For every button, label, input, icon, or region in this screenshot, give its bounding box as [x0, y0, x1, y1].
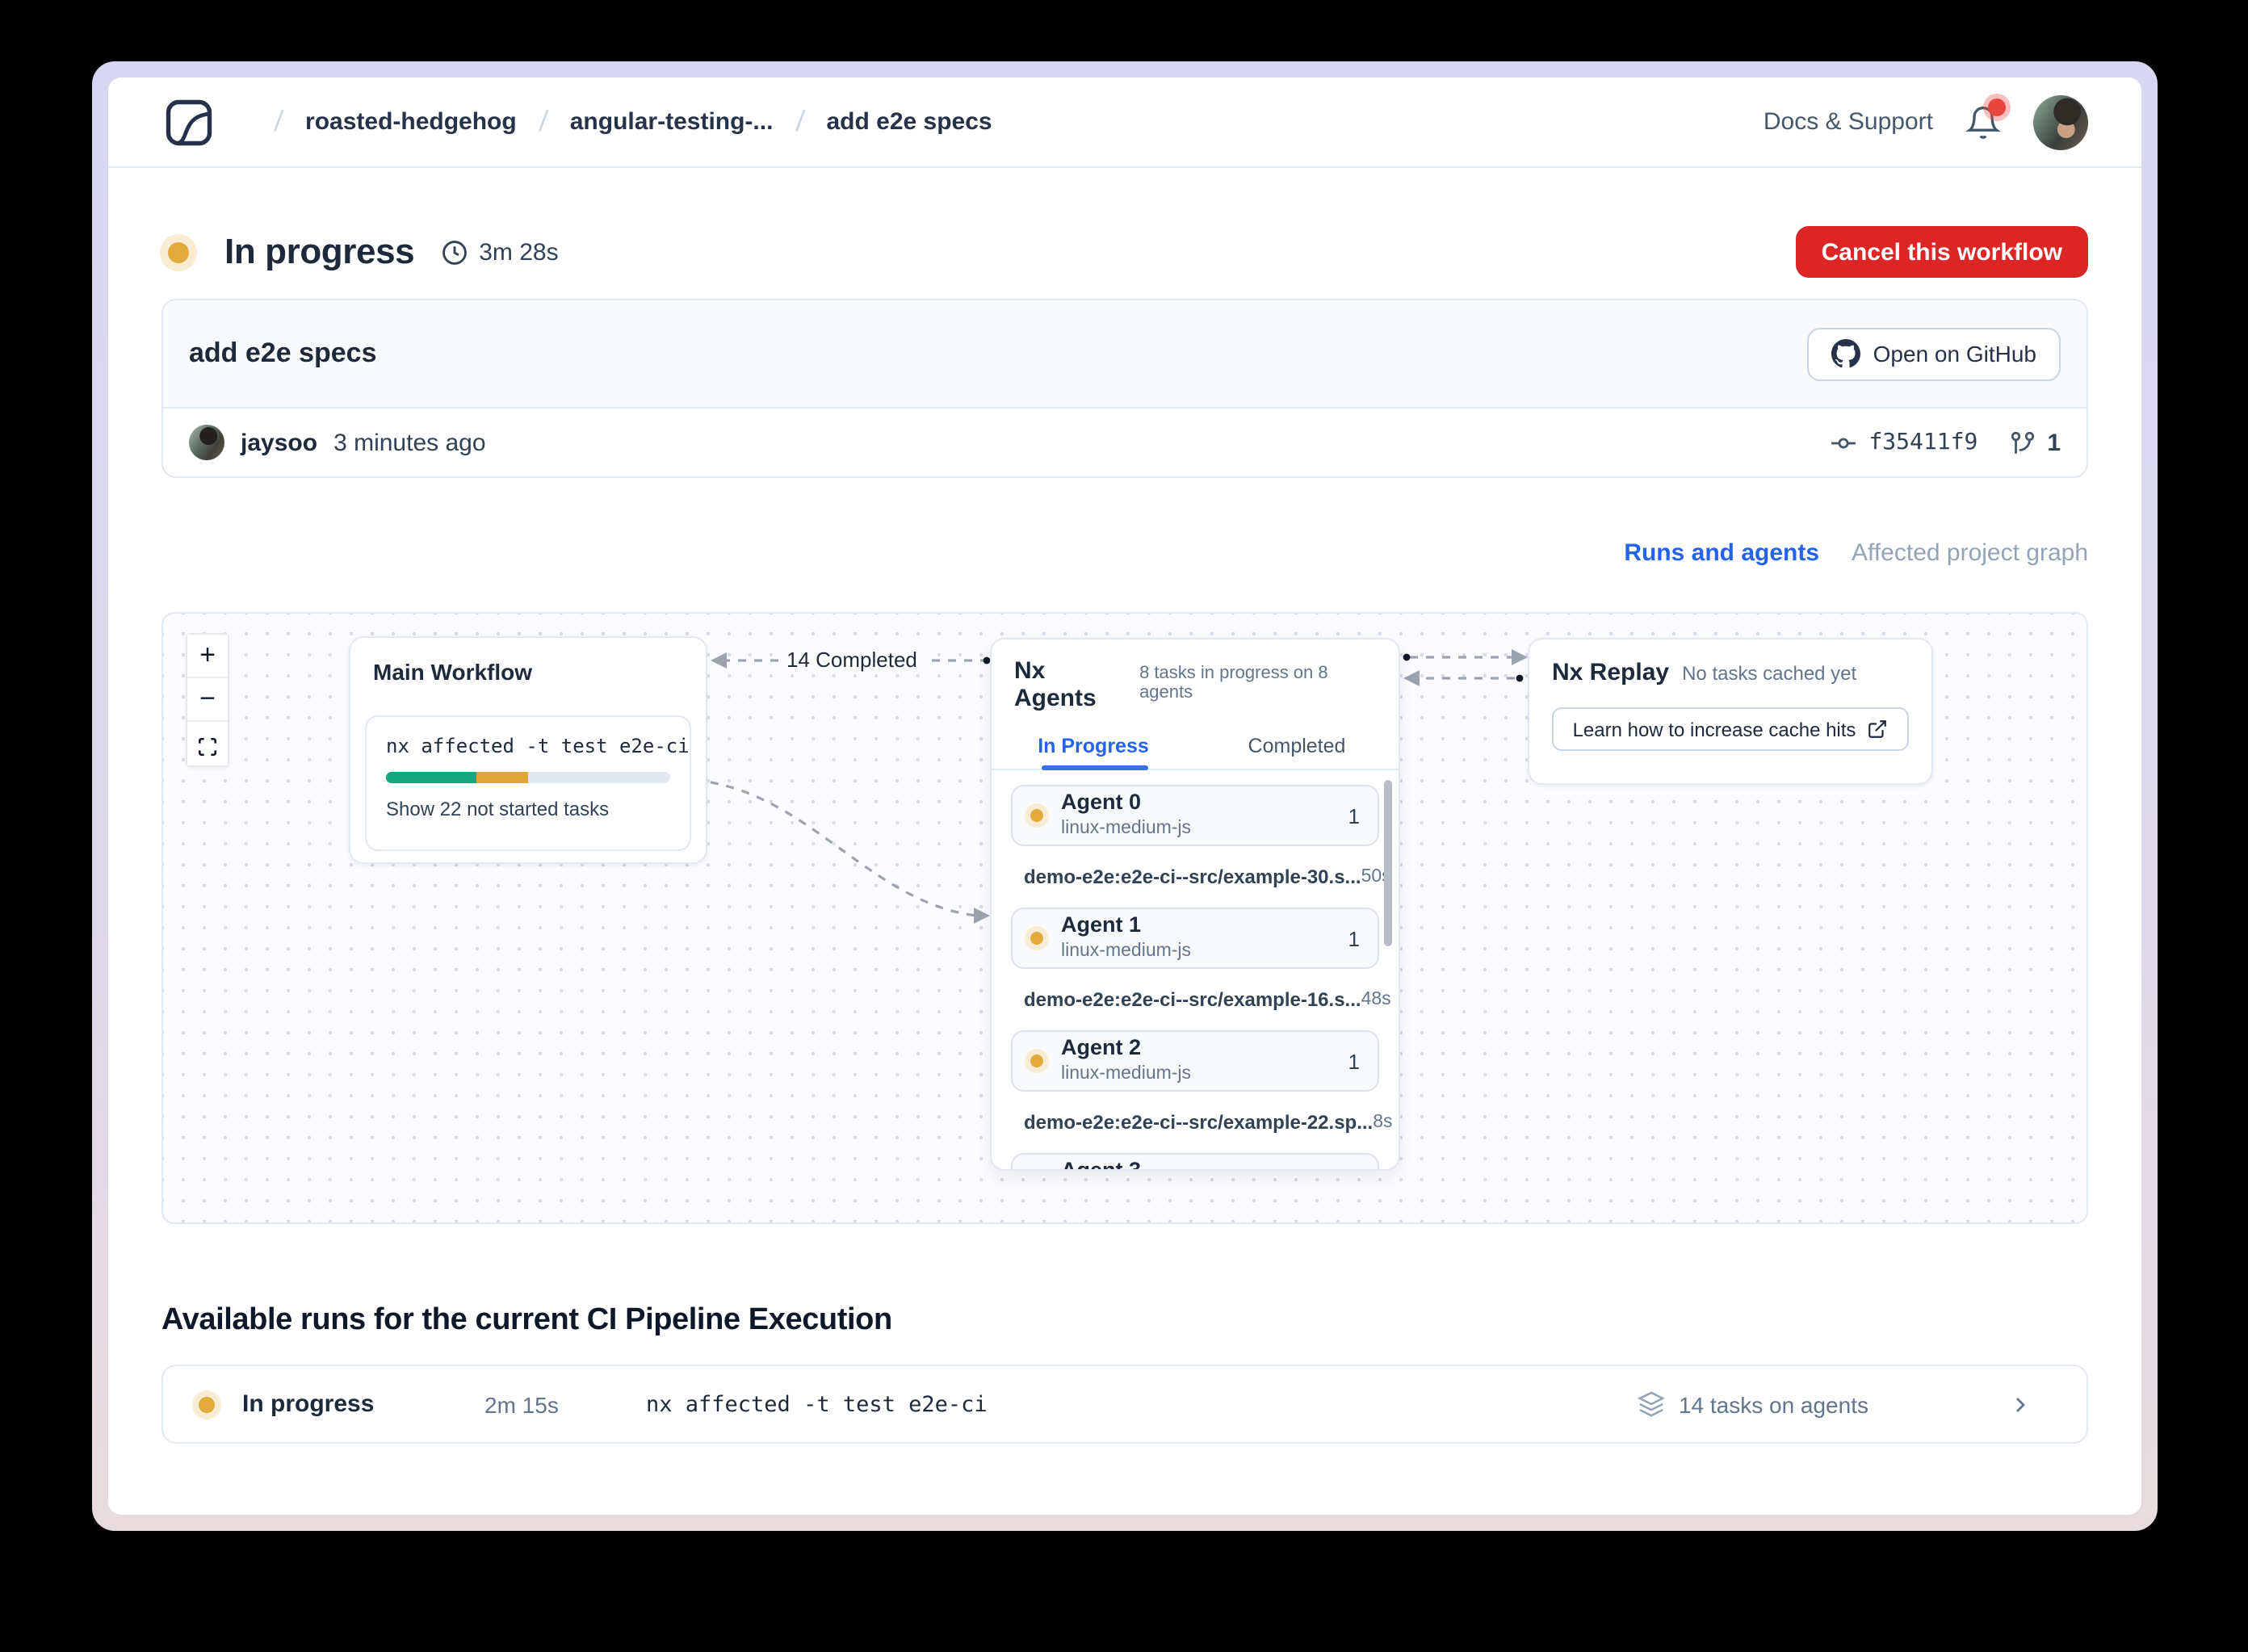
docs-support-link[interactable]: Docs & Support: [1764, 108, 1933, 136]
agent-runtime: linux-medium-js: [1061, 941, 1192, 962]
increase-cache-hits-button[interactable]: Learn how to increase cache hits: [1552, 707, 1909, 751]
task-name: demo-e2e:e2e-ci--src/example-22.sp...: [1024, 1111, 1374, 1134]
breadcrumb-separator: /: [273, 105, 285, 137]
main-workflow-title: Main Workflow: [373, 659, 533, 685]
top-bar: / roasted-hedgehog / angular-testing-...…: [108, 78, 2141, 168]
tab-runs-and-agents[interactable]: Runs and agents: [1624, 539, 1819, 566]
cancel-workflow-button[interactable]: Cancel this workflow: [1795, 226, 2088, 278]
agent-name: Agent 3: [1061, 1159, 1191, 1169]
run-row[interactable]: In progress 2m 15s nx affected -t test e…: [161, 1365, 2088, 1444]
available-runs-heading: Available runs for the current CI Pipeli…: [161, 1303, 892, 1337]
zoom-out-button[interactable]: −: [187, 678, 228, 722]
agent-task-row[interactable]: demo-e2e:e2e-ci--src/example-22.sp... 8s: [1011, 1105, 1393, 1140]
agents-list[interactable]: Agent 0 linux-medium-js 1 demo-e2e:e2e-c…: [992, 770, 1399, 1169]
github-icon: [1831, 339, 1860, 368]
agent-runtime: linux-medium-js: [1061, 1064, 1192, 1084]
breadcrumb-workspace[interactable]: roasted-hedgehog: [305, 108, 517, 136]
agents-tab-in-progress[interactable]: In Progress: [992, 722, 1195, 769]
agent-runtime: linux-medium-js: [1061, 819, 1192, 839]
main-workflow-progress-bar: [386, 772, 670, 783]
agents-tab-completed[interactable]: Completed: [1195, 722, 1399, 769]
author-avatar: [189, 425, 224, 460]
commit-card: add e2e specs Open on GitHub jaysoo 3 mi…: [161, 299, 2088, 478]
commit-author: jaysoo: [241, 429, 318, 456]
run-duration: 2m 15s: [484, 1391, 559, 1417]
task-duration: 48s: [1361, 990, 1391, 1009]
user-avatar[interactable]: [2033, 94, 2088, 149]
agent-status-dot: [1030, 809, 1043, 822]
breadcrumb-separator: /: [537, 105, 549, 137]
task-name: demo-e2e:e2e-ci--src/example-16.s...: [1024, 988, 1361, 1011]
external-link-icon: [1867, 719, 1888, 740]
main-workflow-task-card[interactable]: nx affected -t test e2e-ci Show 22 not s…: [365, 715, 691, 851]
agent-task-count: 1: [1348, 926, 1360, 950]
breadcrumb-separator: /: [794, 105, 806, 137]
breadcrumb-workflow[interactable]: add e2e specs: [826, 108, 992, 136]
workflow-status-title: In progress: [224, 231, 415, 271]
clock-icon: [440, 238, 468, 266]
zoom-in-button[interactable]: +: [187, 635, 228, 678]
show-not-started-tasks-link[interactable]: Show 22 not started tasks: [386, 798, 670, 820]
nx-replay-subtitle: No tasks cached yet: [1682, 662, 1857, 685]
nx-agents-subtitle: 8 tasks in progress on 8 agents: [1139, 664, 1328, 702]
completed-edge-label: 14 Completed: [778, 648, 925, 672]
run-command: nx affected -t test e2e-ci: [646, 1391, 988, 1417]
branch-count: 1: [2047, 429, 2061, 456]
workflow-duration: 3m 28s: [479, 238, 559, 266]
agent-status-dot: [1030, 932, 1043, 945]
nx-agents-node[interactable]: Nx Agents 8 tasks in progress on 8 agent…: [990, 638, 1400, 1171]
run-status-dot: [199, 1396, 215, 1412]
agent-name: Agent 1: [1061, 912, 1142, 937]
progress-in-progress-segment: [476, 772, 528, 783]
agent-card[interactable]: Agent 1 linux-medium-js 1: [1011, 908, 1379, 969]
agent-card[interactable]: Agent 0 linux-medium-js 1: [1011, 785, 1379, 846]
agent-status-dot: [1030, 1055, 1043, 1067]
run-status-label: In progress: [242, 1390, 375, 1418]
increase-cache-hits-label: Learn how to increase cache hits: [1572, 718, 1856, 740]
nx-agents-title: Nx Agents: [1014, 657, 1097, 712]
agent-task-count: 1: [1348, 803, 1360, 828]
breadcrumb: / roasted-hedgehog / angular-testing-...…: [273, 105, 992, 139]
graph-zoom-controls: + −: [186, 633, 229, 767]
tab-affected-project-graph[interactable]: Affected project graph: [1852, 539, 2088, 566]
git-branch-icon: [2008, 429, 2036, 456]
agent-name: Agent 2: [1061, 1035, 1142, 1060]
expand-icon: [197, 733, 218, 757]
git-commit-icon: [1830, 429, 1857, 456]
status-in-progress-dot: [168, 241, 189, 262]
agents-tabs: In Progress Completed: [992, 722, 1399, 770]
nx-replay-title: Nx Replay: [1552, 659, 1670, 686]
main-workflow-command: nx affected -t test e2e-ci: [386, 735, 690, 757]
agent-card[interactable]: Agent 2 linux-medium-js 1: [1011, 1030, 1379, 1092]
layers-icon: [1638, 1390, 1666, 1418]
chevron-right-icon[interactable]: [2007, 1391, 2033, 1417]
agent-task-row[interactable]: demo-e2e:e2e-ci--src/example-30.s... 50s: [1011, 859, 1391, 895]
agent-card[interactable]: Agent 3 linux-medium-js 1: [1011, 1153, 1379, 1169]
progress-completed-segment: [386, 772, 476, 783]
fit-view-button[interactable]: [187, 722, 228, 765]
nx-replay-node[interactable]: Nx Replay No tasks cached yet Learn how …: [1528, 638, 1933, 785]
workflow-status-row: In progress 3m 28s Cancel this workflow: [161, 226, 2088, 278]
agents-scrollbar[interactable]: [1384, 780, 1392, 946]
app-window: / roasted-hedgehog / angular-testing-...…: [92, 61, 2158, 1531]
run-tasks-label: 14 tasks on agents: [1678, 1391, 1868, 1417]
agent-name: Agent 0: [1061, 790, 1142, 815]
task-name: demo-e2e:e2e-ci--src/example-30.s...: [1024, 866, 1361, 888]
agent-task-row[interactable]: demo-e2e:e2e-ci--src/example-16.s... 48s: [1011, 982, 1391, 1017]
notification-badge: [1988, 98, 2006, 115]
task-duration: 8s: [1373, 1113, 1393, 1132]
open-on-github-label: Open on GitHub: [1873, 341, 2036, 367]
main-workflow-node[interactable]: Main Workflow nx affected -t test e2e-ci…: [349, 636, 707, 864]
nx-cloud-logo-icon[interactable]: [161, 94, 216, 149]
view-tabs: Runs and agents Affected project graph: [161, 536, 2088, 568]
commit-time-ago: 3 minutes ago: [333, 429, 486, 456]
open-on-github-button[interactable]: Open on GitHub: [1806, 327, 2061, 380]
breadcrumb-branch[interactable]: angular-testing-...: [570, 108, 774, 136]
commit-title: add e2e specs: [189, 338, 377, 368]
agent-task-count: 1: [1348, 1049, 1360, 1073]
workflow-graph-panel: + − 14 Completed Main Workflow nx affect…: [161, 612, 2088, 1224]
notifications-bell-icon[interactable]: [1965, 98, 2006, 140]
commit-sha[interactable]: f35411f9: [1868, 430, 1977, 455]
